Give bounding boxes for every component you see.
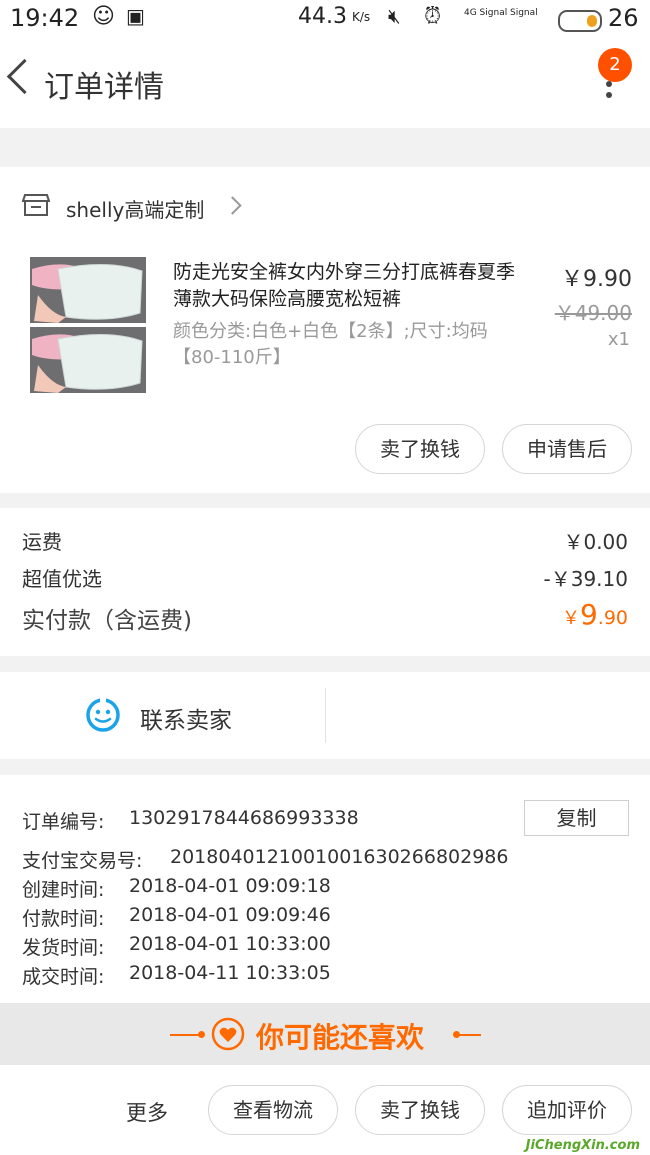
net-speed-unit: K/s [352,10,371,24]
created-label: 创建时间: [22,879,105,901]
product-card: 防走光安全裤女内外穿三分打底裤春夏季薄款大码保险高腰宽松短裤 颜色分类:白色+白… [0,245,650,493]
order-no: 1302917844686993338 [129,807,359,829]
recommend-banner: 你可能还喜欢 [0,1003,650,1065]
done-label: 成交时间: [22,966,105,988]
contact-seller-button[interactable]: 联系卖家 [0,672,326,759]
net-speed: 44.3 [298,4,347,29]
signal-2-label: Signal [510,8,538,18]
product-image[interactable] [18,255,154,395]
shipped-time: 2018-04-01 10:33:00 [129,933,331,955]
chevron-right-icon [223,196,242,215]
more-button[interactable]: 更多 [126,1097,168,1127]
battery-level: 26 [608,4,639,32]
done-time: 2018-04-11 10:33:05 [129,962,331,984]
shipping-label: 运费 [22,530,62,554]
clock: 19:42 [10,4,80,32]
alarm-icon: ⏰︎ [424,4,442,29]
left-dot [198,1031,205,1038]
image-icon: ▣ [126,4,145,28]
watermark: JiChengXin.com [525,1138,640,1153]
divider [325,688,326,743]
shop-name[interactable]: shelly高端定制 [66,194,204,223]
alipay-no: 2018040121001001630266802986 [170,846,509,868]
shop-row[interactable]: shelly高端定制 [0,167,650,245]
right-line [455,1034,481,1036]
view-logistics-button[interactable]: 查看物流 [208,1085,338,1135]
price-summary: 运费 ￥0.00 超值优选 -￥39.10 实付款（含运费) ￥9.90 [0,508,650,656]
product-spec: 颜色分类:白色+白色【2条】;尺寸:均码【80-110斤】 [173,321,488,368]
notification-badge: 2 [598,48,632,82]
shipped-label: 发货时间: [22,937,105,959]
back-icon[interactable] [6,58,43,95]
battery-icon [558,10,602,32]
sell-for-cash-bottom-button[interactable]: 卖了换钱 [355,1085,485,1135]
copy-button[interactable]: 复制 [524,800,629,836]
discount-label: 超值优选 [22,567,102,591]
product-quantity: x1 [607,329,630,350]
created-time: 2018-04-01 09:09:18 [129,875,331,897]
product-image-graphic [30,257,146,393]
paid-label: 实付款（含运费) [22,608,192,634]
product-title[interactable]: 防走光安全裤女内外穿三分打底裤春夏季薄款大码保险高腰宽松短裤 [173,259,523,313]
paid-time: 2018-04-01 09:09:46 [129,904,331,926]
bottom-bar: 更多 查看物流 卖了换钱 追加评价 JiChengXin.com [0,1065,650,1155]
shipping-value: ￥0.00 [563,530,628,554]
face-icon: ☺ [92,4,115,29]
signal-1-label: 4G Signal [464,8,508,18]
add-review-button[interactable]: 追加评价 [502,1085,632,1135]
header: 订单详情 2 [0,40,650,128]
sell-for-cash-button[interactable]: 卖了换钱 [355,424,485,474]
heart-icon [211,1017,245,1051]
paid-amount: ￥9.90 [561,598,628,631]
alipay-label: 支付宝交易号: [22,850,143,872]
contact-row: 联系卖家 [0,672,650,759]
after-sale-button[interactable]: 申请售后 [502,424,632,474]
product-price: ￥9.90 [561,267,632,292]
recommend-title: 你可能还喜欢 [256,1021,425,1054]
shop-icon [22,194,50,216]
paid-time-label: 付款时间: [22,908,105,930]
status-bar: 19:42 ☺ ▣ 44.3 K/s 🔇︎ ⏰︎ 4G Signal Signa… [0,0,650,40]
mute-icon: 🔇︎ [388,4,401,28]
discount-value: -￥39.10 [543,567,628,591]
order-info: 订单编号: 1302917844686993338 复制 支付宝交易号: 201… [0,775,650,1003]
product-original-price: ￥49.00 [554,301,632,325]
page-title: 订单详情 [44,70,164,105]
order-no-label: 订单编号: [22,811,105,833]
contact-seller-label: 联系卖家 [140,708,232,734]
chat-face-icon [86,696,120,732]
